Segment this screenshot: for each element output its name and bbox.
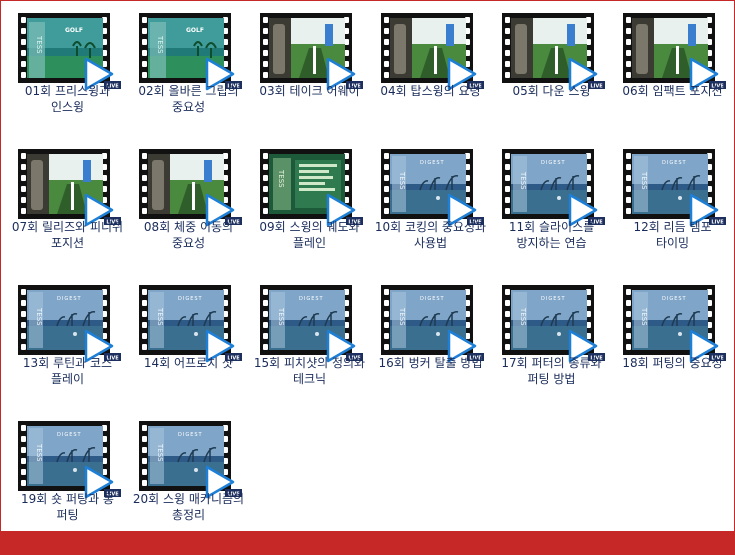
svg-text:TESS: TESS [398,307,406,326]
video-thumbnail[interactable]: TESS DIGEST LIVE [139,421,242,499]
video-item[interactable]: TESS DIGEST LIVE 11회 슬라이스를 방지하는 연습 [494,147,615,283]
video-item[interactable]: LIVE 05회 다운 스윙 [494,11,615,147]
svg-text:TESS: TESS [156,35,164,54]
video-title[interactable]: 15회 피치샷의 정의와 테크닉 [252,355,367,387]
video-item[interactable]: TESS DIGEST LIVE 12회 리듬 템포 타이밍 [615,147,735,283]
video-item[interactable]: LIVE 03회 테이크 어웨이 [252,11,373,147]
video-thumbnail[interactable]: TESS DIGEST LIVE [381,149,484,227]
video-item[interactable]: TESS LIVE 09회 스윙의 궤도와 플레인 [252,147,373,283]
video-title[interactable]: 01회 프리스윙과 인스윙 [10,83,125,115]
video-thumbnail[interactable]: TESS DIGEST LIVE [623,285,726,363]
video-thumbnail[interactable]: LIVE [139,149,242,227]
thumbnail-title-text: DIGEST [57,296,82,302]
svg-text:TESS: TESS [35,307,43,326]
video-thumbnail[interactable]: LIVE [502,13,605,91]
video-title[interactable]: 07회 릴리즈와 피니쉬 포지션 [10,219,125,251]
video-title[interactable]: 13회 루틴과 코스 플레이 [10,355,125,387]
video-thumbnail[interactable]: TESS DIGEST LIVE [139,285,242,363]
thumbnail-title-text: DIGEST [541,160,566,166]
thumbnail-title-text: DIGEST [299,296,324,302]
thumbnail-title-text: GOLF [186,27,204,34]
thumbnail-title-text: DIGEST [541,296,566,302]
svg-text:TESS: TESS [640,307,648,326]
video-title[interactable]: 09회 스윙의 궤도와 플레인 [252,219,367,251]
thumbnail-title-text: GOLF [65,27,83,34]
thumbnail-title-text: DIGEST [178,296,203,302]
video-thumbnail[interactable]: LIVE [623,13,726,91]
video-item[interactable]: TESS DIGEST LIVE 16회 벙커 탈출 방법 [373,283,494,419]
video-item[interactable]: TESS DIGEST LIVE 20회 스윙 매카니즘의 총정리 [131,419,252,555]
video-thumbnail[interactable]: TESS GOLF LIVE [18,13,121,91]
video-thumbnail[interactable]: TESS DIGEST LIVE [381,285,484,363]
video-item[interactable]: LIVE 04회 탑스윙의 요령 [373,11,494,147]
video-item[interactable]: LIVE 08회 체중 이동의 중요성 [131,147,252,283]
thumbnail-title-text: DIGEST [662,160,687,166]
video-title[interactable]: 12회 리듬 템포 타이밍 [615,219,730,251]
svg-text:TESS: TESS [156,307,164,326]
video-title[interactable]: 03회 테이크 어웨이 [252,83,367,99]
video-thumbnail[interactable]: TESS DIGEST LIVE [18,421,121,499]
video-grid: TESS GOLF LIVE 01회 프리스윙과 인스윙 TESS GOLF LI… [10,11,730,555]
thumbnail-title-text: DIGEST [420,296,445,302]
svg-text:TESS: TESS [35,35,43,54]
window-frame: TESS GOLF LIVE 01회 프리스윙과 인스윙 TESS GOLF LI… [1,1,734,531]
video-title[interactable]: 08회 체중 이동의 중요성 [131,219,246,251]
svg-text:TESS: TESS [640,171,648,190]
video-title[interactable]: 14회 어프로치 샷 [131,355,246,371]
svg-text:TESS: TESS [519,307,527,326]
video-title[interactable]: 11회 슬라이스를 방지하는 연습 [494,219,609,251]
video-thumbnail[interactable]: TESS DIGEST LIVE [502,149,605,227]
video-title[interactable]: 16회 벙커 탈출 방법 [373,355,488,371]
video-title[interactable]: 20회 스윙 매카니즘의 총정리 [131,491,246,523]
thumbnail-title-text: DIGEST [662,296,687,302]
svg-text:TESS: TESS [277,307,285,326]
video-thumbnail[interactable]: TESS DIGEST LIVE [502,285,605,363]
svg-text:TESS: TESS [398,171,406,190]
video-item[interactable]: TESS DIGEST LIVE 15회 피치샷의 정의와 테크닉 [252,283,373,419]
video-thumbnail[interactable]: TESS DIGEST LIVE [260,285,363,363]
video-title[interactable]: 19회 숏 퍼팅과 롱 퍼팅 [10,491,125,523]
video-item[interactable]: LIVE 07회 릴리즈와 피니쉬 포지션 [10,147,131,283]
svg-text:TESS: TESS [156,443,164,462]
video-item[interactable]: TESS DIGEST LIVE 13회 루틴과 코스 플레이 [10,283,131,419]
video-title[interactable]: 06회 임팩트 포지션 [615,83,730,99]
video-title[interactable]: 05회 다운 스윙 [494,83,609,99]
video-title[interactable]: 18회 퍼팅의 중요성 [615,355,730,371]
video-thumbnail[interactable]: TESS DIGEST LIVE [18,285,121,363]
video-thumbnail[interactable]: LIVE [260,13,363,91]
video-thumbnail[interactable]: LIVE [381,13,484,91]
svg-text:TESS: TESS [277,169,285,188]
video-item[interactable]: TESS DIGEST LIVE 10회 코킹의 중요성과 사용법 [373,147,494,283]
thumbnail-title-text: DIGEST [57,432,82,438]
video-item[interactable]: TESS DIGEST LIVE 17회 퍼터의 종류와 퍼팅 방법 [494,283,615,419]
video-item[interactable]: TESS DIGEST LIVE 19회 숏 퍼팅과 롱 퍼팅 [10,419,131,555]
video-thumbnail[interactable]: LIVE [18,149,121,227]
video-title[interactable]: 10회 코킹의 중요성과 사용법 [373,219,488,251]
video-title[interactable]: 17회 퍼터의 종류와 퍼팅 방법 [494,355,609,387]
video-item[interactable]: TESS GOLF LIVE 02회 올바른 그립의 중요성 [131,11,252,147]
video-thumbnail[interactable]: TESS LIVE [260,149,363,227]
video-item[interactable]: TESS DIGEST LIVE 18회 퍼팅의 중요성 [615,283,735,419]
video-title[interactable]: 02회 올바른 그립의 중요성 [131,83,246,115]
video-title[interactable]: 04회 탑스윙의 요령 [373,83,488,99]
svg-text:TESS: TESS [35,443,43,462]
thumbnail-title-text: DIGEST [420,160,445,166]
svg-text:TESS: TESS [519,171,527,190]
video-item[interactable]: TESS GOLF LIVE 01회 프리스윙과 인스윙 [10,11,131,147]
video-thumbnail[interactable]: TESS DIGEST LIVE [623,149,726,227]
video-thumbnail[interactable]: TESS GOLF LIVE [139,13,242,91]
video-item[interactable]: TESS DIGEST LIVE 14회 어프로치 샷 [131,283,252,419]
video-item[interactable]: LIVE 06회 임팩트 포지션 [615,11,735,147]
thumbnail-title-text: DIGEST [178,432,203,438]
